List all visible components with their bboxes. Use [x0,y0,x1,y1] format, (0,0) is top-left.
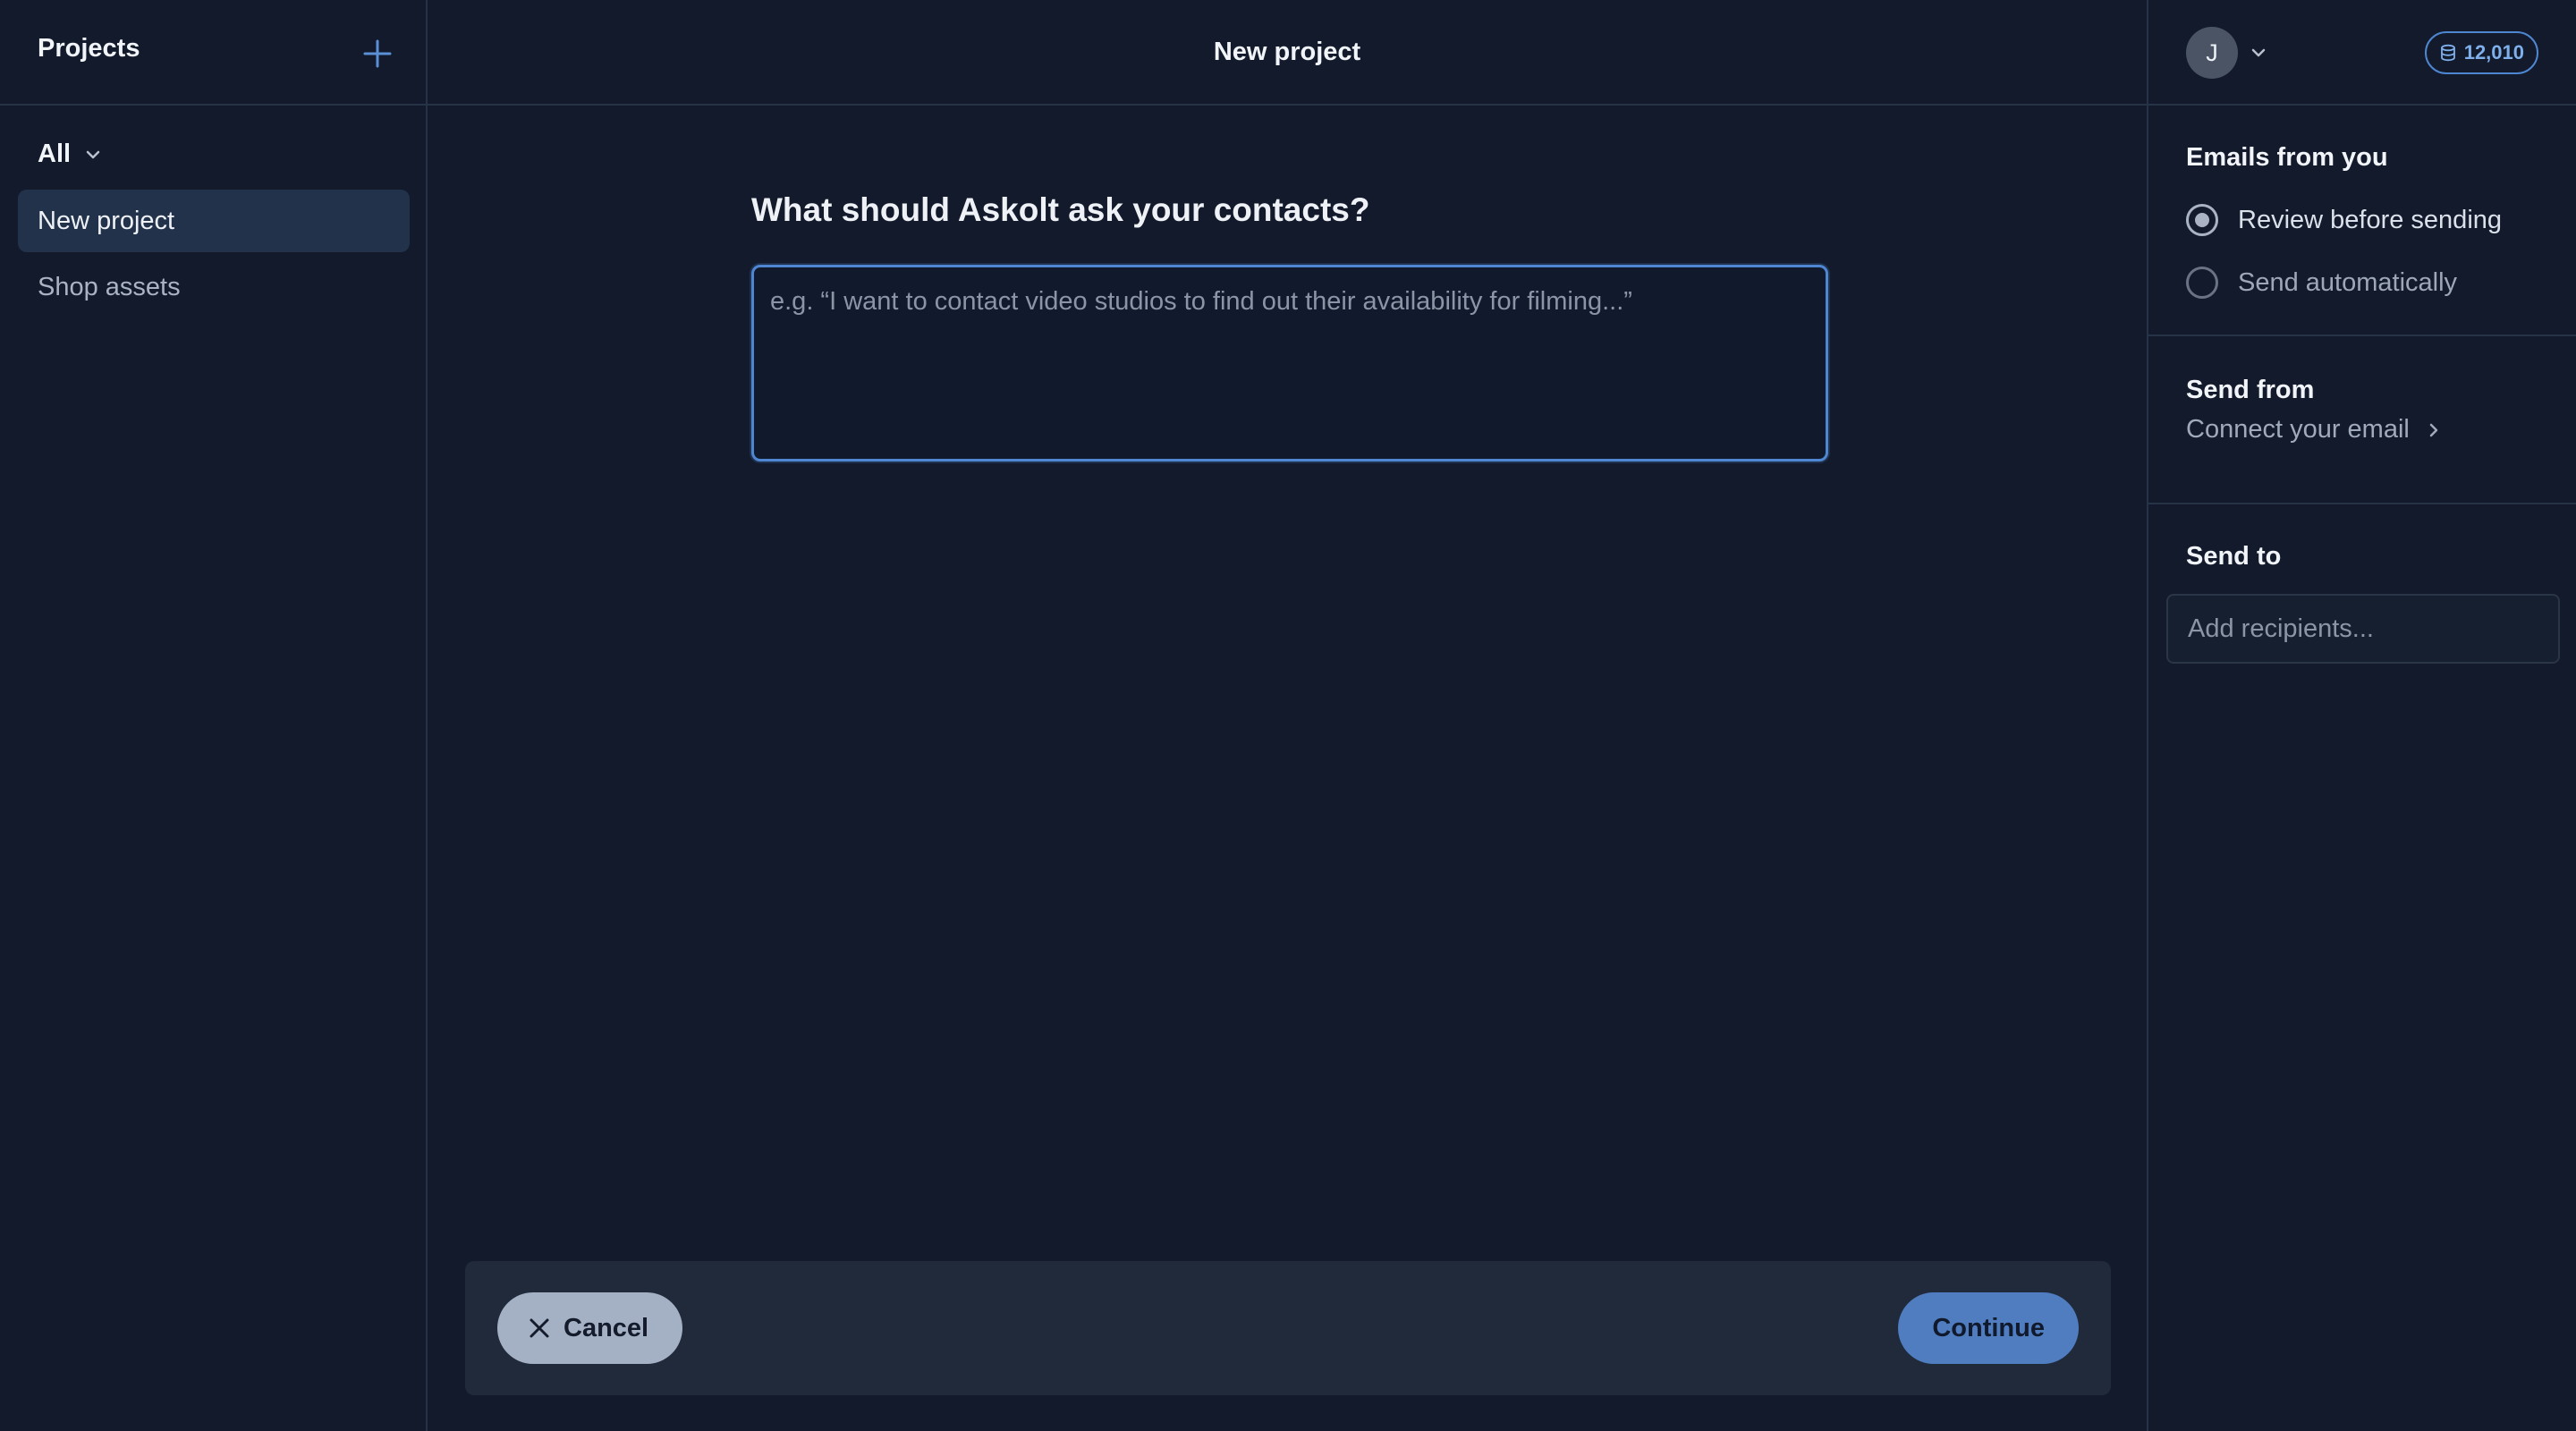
add-project-button[interactable] [356,32,399,75]
recipients-input[interactable] [2166,594,2560,664]
plus-icon [363,39,392,68]
account-header: J 12,010 [2148,0,2576,106]
project-item-new-project[interactable]: New project [18,190,410,252]
send-from-section: Send from Connect your email [2148,336,2576,504]
radio-label: Review before sending [2238,205,2503,234]
emails-from-you-section: Emails from you Review before sending Se… [2148,106,2576,336]
cancel-button[interactable]: Cancel [497,1292,683,1364]
account-menu[interactable]: J [2186,27,2268,79]
action-footer: Cancel Continue [465,1261,2111,1395]
radio-label: Send automatically [2238,267,2458,297]
avatar: J [2186,27,2238,79]
continue-button[interactable]: Continue [1898,1292,2079,1364]
project-filter-dropdown[interactable]: All [38,140,103,169]
radio-checked [2186,204,2218,236]
section-title-send-to: Send to [2186,542,2282,571]
connect-email-label: Connect your email [2186,415,2410,444]
main-header: New project [428,0,2147,106]
section-title-emails: Emails from you [2186,143,2388,172]
project-list: New project Shop assets [18,190,410,322]
close-icon [530,1318,549,1338]
settings-panel: J 12,010 Emails from you Review before s… [2147,0,2576,1431]
project-item-shop-assets[interactable]: Shop assets [18,256,410,318]
send-to-section: Send to [2148,504,2576,773]
prompt-question-label: What should Askolt ask your contacts? [751,191,1370,228]
filter-label: All [38,140,72,168]
credits-count: 12,010 [2463,41,2524,64]
page-title: New project [1213,37,1361,66]
project-item-label: New project [38,206,175,235]
connect-email-link[interactable]: Connect your email [2186,415,2442,445]
main-content: New project What should Askolt ask your … [428,0,2147,1431]
radio-unchecked [2186,267,2218,299]
prompt-textarea[interactable] [751,265,1828,461]
sidebar-title: Projects [38,34,140,63]
radio-review-before-sending[interactable]: Review before sending [2186,204,2502,236]
chevron-right-icon [2429,423,2438,436]
credits-badge[interactable]: 12,010 [2424,31,2538,74]
sidebar-header: Projects [0,0,426,106]
chevron-down-icon [86,150,100,158]
cancel-label: Cancel [564,1313,649,1342]
section-title-send-from: Send from [2186,376,2315,404]
chevron-down-icon [2251,48,2266,57]
radio-send-automatically[interactable]: Send automatically [2186,267,2457,299]
app-window: Projects All New project Shop assets New… [0,0,2576,1431]
database-icon [2440,44,2455,62]
project-item-label: Shop assets [38,272,181,301]
projects-sidebar: Projects All New project Shop assets [0,0,428,1431]
